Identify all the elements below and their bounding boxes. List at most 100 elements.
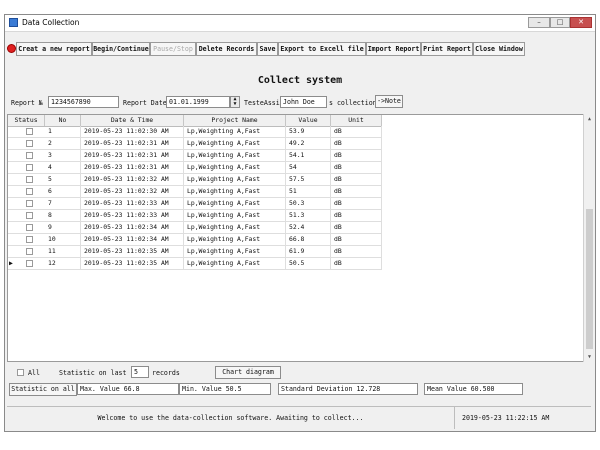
row-status-checkbox[interactable] [26, 212, 33, 219]
vertical-scrollbar[interactable]: ▲ ▼ [583, 114, 595, 362]
table-row[interactable]: 3 2019-05-23 11:02:31 AM Lp,Weighting A,Fa… [8, 150, 382, 162]
table-row[interactable]: 4 2019-05-23 11:02:31 AM Lp,Weighting A,Fa… [8, 162, 382, 174]
cell-datetime: 2019-05-23 11:02:34 AM [81, 234, 184, 245]
column-project-name[interactable]: Project Name [184, 115, 286, 126]
cell-unit: dB [331, 186, 382, 197]
scroll-down-icon[interactable]: ▼ [584, 352, 595, 362]
table-row[interactable]: 1 2019-05-23 11:02:30 AM Lp,Weighting A,Fa… [8, 126, 382, 138]
cell-project: Lp,Weighting A,Fast [184, 198, 286, 209]
row-status-checkbox[interactable] [26, 236, 33, 243]
chart-diagram-button[interactable]: Chart diagram [215, 366, 281, 379]
maximize-button[interactable]: □ [550, 17, 570, 28]
record-dot-icon [7, 44, 16, 53]
mean-value-field: Mean Value 60.500 [424, 383, 523, 395]
min-value: 50.5 [225, 385, 242, 393]
cell-value: 51 [286, 186, 331, 197]
cell-project: Lp,Weighting A,Fast [184, 234, 286, 245]
row-status-checkbox[interactable] [26, 188, 33, 195]
cell-datetime: 2019-05-23 11:02:34 AM [81, 222, 184, 233]
table-row[interactable]: 2 2019-05-23 11:02:31 AM Lp,Weighting A,Fa… [8, 138, 382, 150]
cell-value: 50.5 [286, 258, 331, 269]
cell-no: 11 [45, 246, 81, 257]
cell-datetime: 2019-05-23 11:02:32 AM [81, 174, 184, 185]
std-deviation-value: 12.728 [356, 385, 381, 393]
table-row[interactable]: ▶ 12 2019-05-23 11:02:35 AM Lp,Weighting A,… [8, 258, 382, 270]
cell-value: 53.9 [286, 126, 331, 137]
begin-continue-button[interactable]: Begin/Continue [92, 42, 150, 56]
column-status[interactable]: Status [8, 115, 45, 126]
row-status-checkbox[interactable] [26, 176, 33, 183]
all-checkbox[interactable] [17, 369, 24, 376]
tester-input[interactable]: John Doe [280, 96, 327, 108]
column-unit[interactable]: Unit [331, 115, 382, 126]
report-date-input[interactable]: 01.01.1999 [166, 96, 230, 108]
table-row[interactable]: 8 2019-05-23 11:02:33 AM Lp,Weighting A,Fa… [8, 210, 382, 222]
date-spinner[interactable]: ▲ ▼ [230, 96, 240, 108]
table-row[interactable]: 6 2019-05-23 11:02:32 AM Lp,Weighting A,Fa… [8, 186, 382, 198]
report-no-input[interactable]: 1234567890 [48, 96, 119, 108]
row-status-checkbox[interactable] [26, 260, 33, 267]
column-no[interactable]: No [45, 115, 81, 126]
print-report-button[interactable]: Print Report [421, 42, 473, 56]
table-row[interactable]: 11 2019-05-23 11:02:35 AM Lp,Weighting A,F… [8, 246, 382, 258]
cell-no: 6 [45, 186, 81, 197]
cell-unit: dB [331, 126, 382, 137]
statistic-all-button[interactable]: Statistic on all [9, 383, 77, 396]
scroll-up-icon[interactable]: ▲ [584, 114, 595, 124]
table-row[interactable]: 9 2019-05-23 11:02:34 AM Lp,Weighting A,Fa… [8, 222, 382, 234]
cell-unit: dB [331, 162, 382, 173]
cell-project: Lp,Weighting A,Fast [184, 174, 286, 185]
cell-unit: dB [331, 150, 382, 161]
cell-datetime: 2019-05-23 11:02:35 AM [81, 258, 184, 269]
statistic-last-label: Statistic on last [59, 369, 127, 377]
cell-value: 52.4 [286, 222, 331, 233]
delete-records-button[interactable]: Delete Records [196, 42, 257, 56]
table-row[interactable]: 7 2019-05-23 11:02:33 AM Lp,Weighting A,Fa… [8, 198, 382, 210]
cell-unit: dB [331, 174, 382, 185]
close-window-icon-button[interactable]: ✕ [570, 17, 592, 28]
cell-datetime: 2019-05-23 11:02:31 AM [81, 150, 184, 161]
table-row[interactable]: 5 2019-05-23 11:02:32 AM Lp,Weighting A,Fa… [8, 174, 382, 186]
cell-project: Lp,Weighting A,Fast [184, 162, 286, 173]
column-value[interactable]: Value [286, 115, 331, 126]
row-status-checkbox[interactable] [26, 248, 33, 255]
row-status-checkbox[interactable] [26, 224, 33, 231]
scroll-thumb[interactable] [586, 209, 593, 349]
records-table: Status No Date & Time Project Name Value… [7, 114, 595, 362]
cell-project: Lp,Weighting A,Fast [184, 186, 286, 197]
cell-no: 12 [45, 258, 81, 269]
cell-unit: dB [331, 198, 382, 209]
pause-stop-button[interactable]: Pause/Stop [150, 42, 196, 56]
cell-unit: dB [331, 222, 382, 233]
records-count-input[interactable]: 5 [131, 366, 149, 378]
min-value-field: Min. Value 50.5 [179, 383, 271, 395]
row-status-checkbox[interactable] [26, 128, 33, 135]
cell-unit: dB [331, 234, 382, 245]
close-window-button[interactable]: Close Window [473, 42, 525, 56]
row-status-checkbox[interactable] [26, 200, 33, 207]
import-report-button[interactable]: Import Report [366, 42, 421, 56]
export-excel-button[interactable]: Export to Excell file [278, 42, 366, 56]
save-button[interactable]: Save [257, 42, 278, 56]
max-value-field: Max. Value 66.8 [77, 383, 179, 395]
cell-value: 61.9 [286, 246, 331, 257]
max-value: 66.8 [123, 385, 140, 393]
cell-unit: dB [331, 138, 382, 149]
row-status-checkbox[interactable] [26, 140, 33, 147]
cell-no: 8 [45, 210, 81, 221]
row-status-checkbox[interactable] [26, 152, 33, 159]
row-status-checkbox[interactable] [26, 164, 33, 171]
cell-no: 9 [45, 222, 81, 233]
cell-value: 54 [286, 162, 331, 173]
column-date-time[interactable]: Date & Time [81, 115, 184, 126]
table-row[interactable]: 10 2019-05-23 11:02:34 AM Lp,Weighting A,F… [8, 234, 382, 246]
cell-unit: dB [331, 258, 382, 269]
new-report-button[interactable]: Creat a new report [16, 42, 92, 56]
cell-no: 4 [45, 162, 81, 173]
cell-no: 3 [45, 150, 81, 161]
records-label: records [152, 369, 180, 377]
minimize-button[interactable]: – [528, 17, 550, 28]
current-row-marker-icon: ▶ [9, 259, 13, 267]
all-label: All [28, 369, 40, 377]
note-button[interactable]: ->Note [375, 95, 403, 108]
